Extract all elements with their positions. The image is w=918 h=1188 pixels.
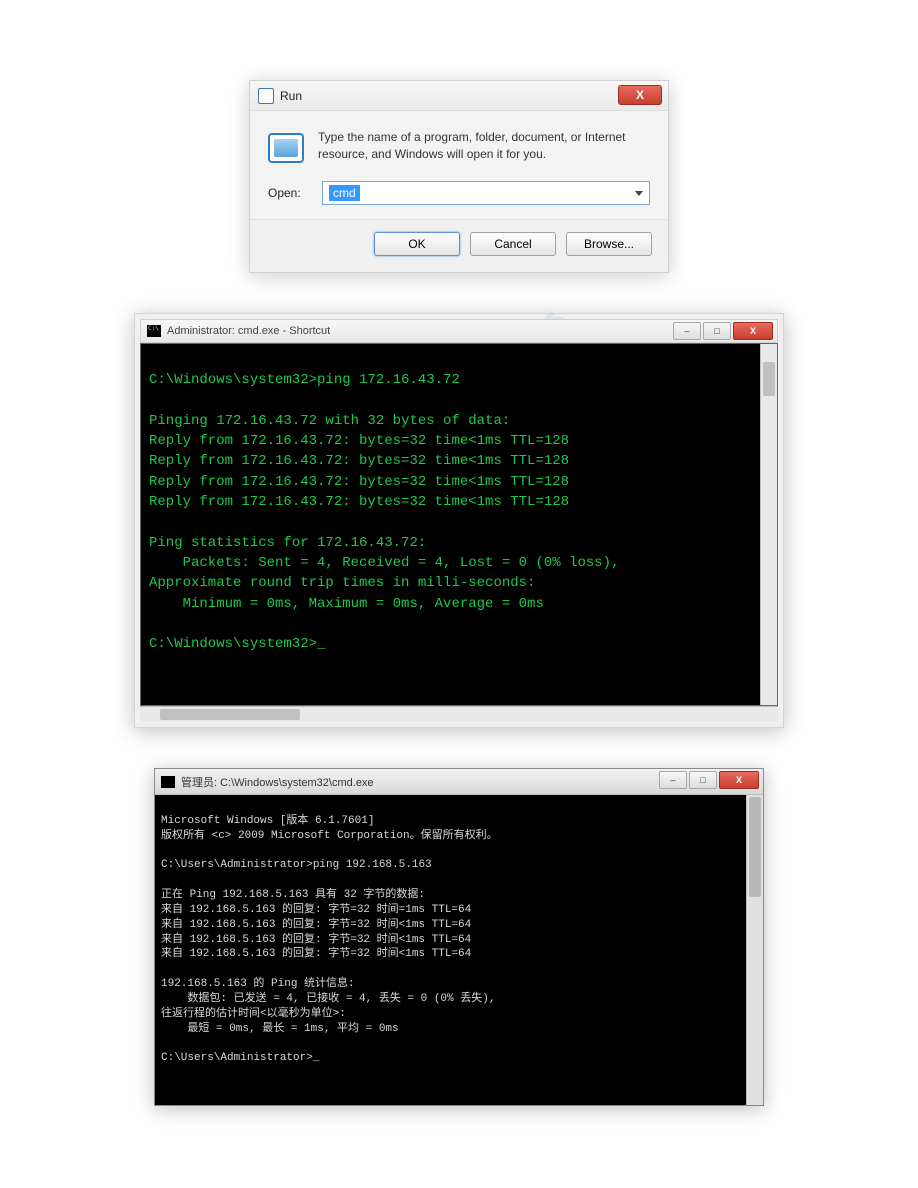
cmd-window-1: m Administrator: cmd.exe - Shortcut – □ …	[134, 313, 784, 728]
open-input-value: cmd	[329, 185, 360, 201]
cmd-icon	[161, 776, 175, 788]
browse-button[interactable]: Browse...	[566, 232, 652, 256]
cmd2-output: Microsoft Windows [版本 6.1.7601] 版权所有 <c>…	[161, 815, 498, 1065]
run-title: Run	[280, 89, 302, 103]
minimize-button[interactable]: –	[673, 322, 701, 340]
horizontal-scrollbar[interactable]	[140, 706, 778, 722]
maximize-button[interactable]: □	[689, 771, 717, 789]
run-program-icon	[268, 133, 304, 163]
scroll-thumb[interactable]	[763, 362, 775, 396]
cmd1-console[interactable]: C:\Windows\system32>ping 172.16.43.72 Pi…	[140, 343, 778, 706]
cmd-window-2: 管理员: C:\Windows\system32\cmd.exe – □ X M…	[154, 768, 764, 1106]
minimize-button[interactable]: –	[659, 771, 687, 789]
close-button[interactable]: X	[719, 771, 759, 789]
open-label: Open:	[268, 186, 310, 200]
run-body: Type the name of a program, folder, docu…	[250, 111, 668, 219]
cancel-button[interactable]: Cancel	[470, 232, 556, 256]
run-description: Type the name of a program, folder, docu…	[318, 129, 650, 163]
maximize-button[interactable]: □	[703, 322, 731, 340]
run-footer: OK Cancel Browse...	[250, 219, 668, 272]
scroll-thumb[interactable]	[160, 709, 300, 720]
ok-button[interactable]: OK	[374, 232, 460, 256]
open-combobox[interactable]: cmd	[322, 181, 650, 205]
run-dialog: Run X Type the name of a program, folder…	[249, 80, 669, 273]
cmd2-titlebar[interactable]: 管理员: C:\Windows\system32\cmd.exe – □ X	[155, 769, 763, 795]
cmd1-output: C:\Windows\system32>ping 172.16.43.72 Pi…	[149, 372, 619, 652]
cmd2-console[interactable]: Microsoft Windows [版本 6.1.7601] 版权所有 <c>…	[155, 795, 763, 1105]
cmd1-titlebar[interactable]: Administrator: cmd.exe - Shortcut – □ X	[140, 319, 778, 343]
cmd2-title: 管理员: C:\Windows\system32\cmd.exe	[181, 774, 374, 790]
cmd-icon	[147, 325, 161, 337]
chevron-down-icon[interactable]	[635, 191, 643, 196]
close-icon: X	[636, 88, 644, 102]
vertical-scrollbar[interactable]	[760, 344, 777, 705]
run-titlebar[interactable]: Run X	[250, 81, 668, 111]
scroll-thumb[interactable]	[749, 797, 761, 897]
close-button[interactable]: X	[618, 85, 662, 105]
close-button[interactable]: X	[733, 322, 773, 340]
cmd1-title: Administrator: cmd.exe - Shortcut	[167, 325, 330, 337]
vertical-scrollbar[interactable]	[746, 795, 763, 1105]
run-icon	[258, 88, 274, 104]
